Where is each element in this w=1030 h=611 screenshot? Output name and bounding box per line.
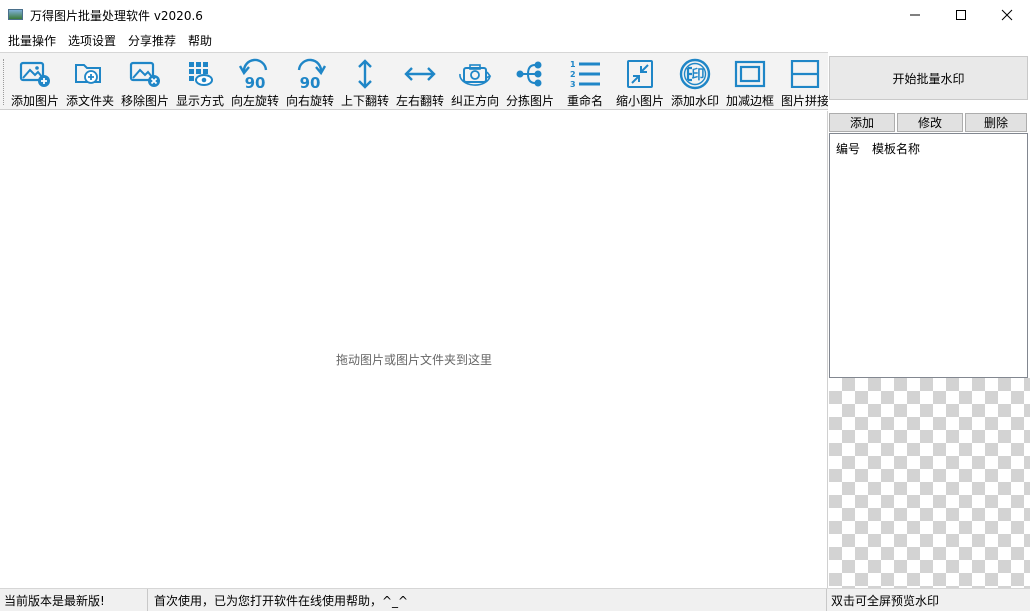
shrink-image-button[interactable]: 缩小图片 xyxy=(613,55,667,109)
template-add-button[interactable]: 添加 xyxy=(829,113,895,132)
flip-vertical-button[interactable]: 上下翻转 xyxy=(338,55,392,109)
remove-image-icon xyxy=(129,61,160,87)
svg-text:2: 2 xyxy=(570,70,576,79)
template-list-header: 编号 模板名称 xyxy=(830,134,1027,157)
view-mode-icon xyxy=(189,62,213,86)
start-batch-watermark-button[interactable]: 开始批量水印 xyxy=(829,56,1028,100)
add-watermark-label: 添加水印 xyxy=(670,94,719,108)
border-label: 加减边框 xyxy=(725,94,774,108)
sort-images-label: 分拣图片 xyxy=(505,94,554,108)
status-version: 当前版本是最新版! xyxy=(0,588,148,611)
rotate-left-button[interactable]: 90 向左旋转 xyxy=(228,55,282,109)
menu-help[interactable]: 帮助 xyxy=(182,31,218,51)
add-image-button[interactable]: 添加图片 xyxy=(8,55,62,109)
minimize-icon xyxy=(910,14,920,16)
maximize-icon xyxy=(956,10,966,20)
flip-vertical-label: 上下翻转 xyxy=(340,94,389,108)
maximize-button[interactable] xyxy=(938,0,984,30)
watermark-icon-glyph: 印 xyxy=(691,68,704,83)
close-button[interactable] xyxy=(984,0,1030,30)
rotate-left-label: 向左旋转 xyxy=(230,94,279,108)
column-template-name[interactable]: 模板名称 xyxy=(872,140,920,157)
flip-horizontal-button[interactable]: 左右翻转 xyxy=(393,55,447,109)
status-bar: 当前版本是最新版! 首次使用，已为您打开软件在线使用帮助，^_^ 双击可全屏预览… xyxy=(0,588,1030,611)
remove-image-label: 移除图片 xyxy=(120,94,169,108)
correct-orientation-label: 纠正方向 xyxy=(450,94,499,108)
add-image-label: 添加图片 xyxy=(10,94,59,108)
flip-vertical-icon xyxy=(358,59,372,89)
border-button[interactable]: 加减边框 xyxy=(723,55,777,109)
template-button-row: 添加 修改 删除 xyxy=(829,113,1029,132)
rotate-right-degrees: 90 xyxy=(300,74,321,90)
title-bar: 万得图片批量处理软件 v2020.6 xyxy=(0,0,1030,30)
add-watermark-button[interactable]: 印 添加水印 xyxy=(668,55,722,109)
rename-button[interactable]: 123 重命名 xyxy=(558,55,612,109)
watermark-preview[interactable] xyxy=(829,378,1030,588)
column-number[interactable]: 编号 xyxy=(836,140,860,157)
rotate-left-degrees: 90 xyxy=(245,74,266,90)
minimize-button[interactable] xyxy=(892,0,938,30)
rotate-right-button[interactable]: 90 向右旋转 xyxy=(283,55,337,109)
status-preview-tip: 双击可全屏预览水印 xyxy=(831,593,940,608)
sort-images-button[interactable]: 分拣图片 xyxy=(503,55,557,109)
menu-batch-operations[interactable]: 批量操作 xyxy=(2,31,62,51)
window-controls xyxy=(892,0,1030,30)
view-mode-label: 显示方式 xyxy=(175,94,224,108)
shrink-image-label: 缩小图片 xyxy=(615,94,664,108)
menu-bar: 批量操作 选项设置 分享推荐 帮助 xyxy=(0,30,1030,52)
menu-options[interactable]: 选项设置 xyxy=(62,31,122,51)
add-folder-label: 添文件夹 xyxy=(65,94,114,108)
add-image-icon xyxy=(19,61,50,87)
correct-orientation-icon xyxy=(459,64,492,86)
window-title: 万得图片批量处理软件 v2020.6 xyxy=(30,8,203,23)
app-logo-icon xyxy=(8,8,24,22)
rotate-left-icon: 90 xyxy=(238,58,272,90)
view-mode-button[interactable]: 显示方式 xyxy=(173,55,227,109)
stitch-icon xyxy=(790,60,820,88)
add-folder-icon xyxy=(75,64,101,84)
stitch-button[interactable]: 图片拼接 xyxy=(778,55,828,109)
status-message: 首次使用，已为您打开软件在线使用帮助，^_^ xyxy=(148,588,827,611)
rotate-right-label: 向右旋转 xyxy=(285,94,334,108)
menu-share[interactable]: 分享推荐 xyxy=(122,31,182,51)
template-list[interactable]: 编号 模板名称 xyxy=(829,133,1028,378)
svg-text:1: 1 xyxy=(570,60,576,69)
watermark-icon: 印 xyxy=(678,58,712,90)
sort-images-icon xyxy=(516,61,542,87)
shrink-image-icon xyxy=(627,60,653,88)
rotate-right-icon: 90 xyxy=(293,58,327,90)
close-icon xyxy=(1001,9,1013,21)
image-drop-area[interactable]: 拖动图片或图片文件夹到这里 xyxy=(0,111,828,588)
template-edit-button[interactable]: 修改 xyxy=(897,113,963,132)
rename-label: 重命名 xyxy=(566,94,603,108)
stitch-label: 图片拼接 xyxy=(780,94,828,108)
flip-horizontal-icon xyxy=(404,67,436,81)
toolbar-grip[interactable] xyxy=(3,59,6,105)
flip-horizontal-label: 左右翻转 xyxy=(395,94,444,108)
toolbar: 添加图片 添文件夹 移除图片 显示方式 90 向左旋转 90 向右旋转 上下翻转… xyxy=(0,52,828,110)
rename-icon: 123 xyxy=(570,60,600,89)
correct-orientation-button[interactable]: 纠正方向 xyxy=(448,55,502,109)
template-delete-button[interactable]: 删除 xyxy=(965,113,1027,132)
remove-image-button[interactable]: 移除图片 xyxy=(118,55,172,109)
svg-text:3: 3 xyxy=(570,80,576,89)
add-folder-button[interactable]: 添文件夹 xyxy=(63,55,117,109)
drop-hint-text: 拖动图片或图片文件夹到这里 xyxy=(335,353,492,367)
border-icon xyxy=(734,60,766,88)
